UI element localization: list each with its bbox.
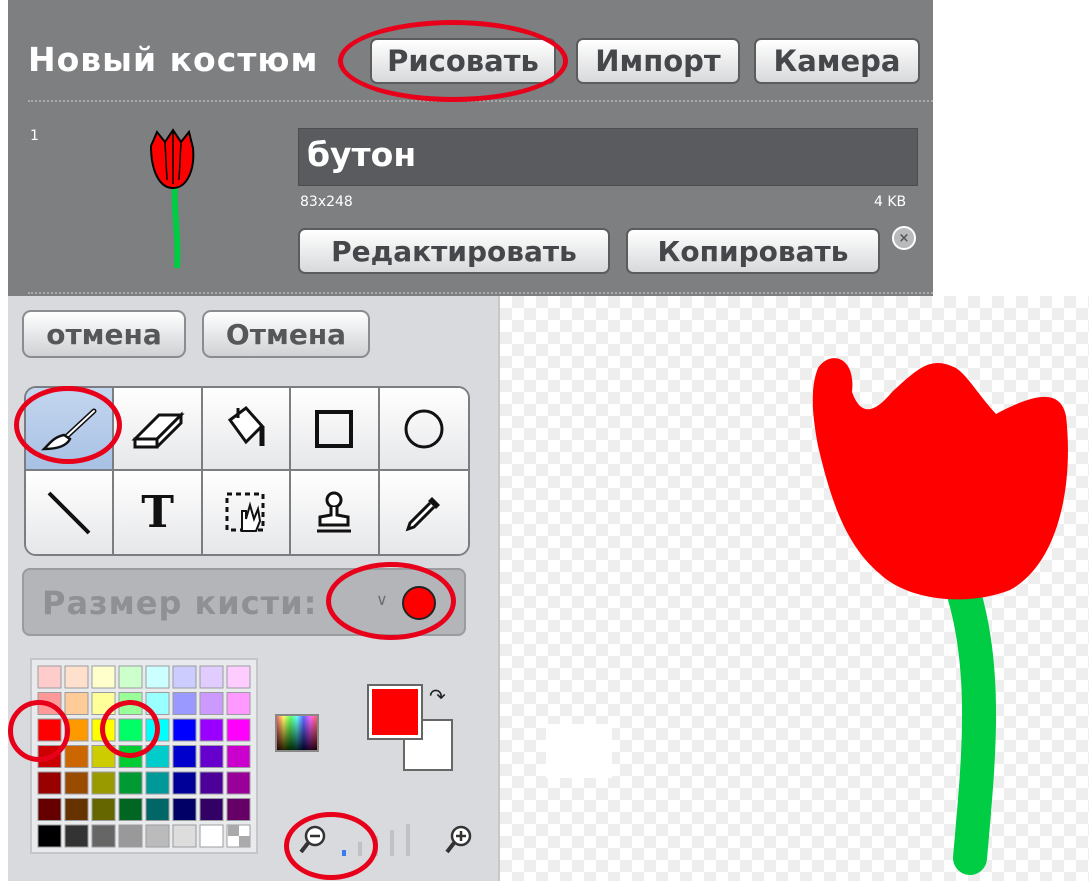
- color-swatch[interactable]: [226, 665, 251, 689]
- foreground-color-swatch[interactable]: [367, 684, 423, 740]
- color-swatch[interactable]: [91, 771, 116, 795]
- zoom-in-icon[interactable]: [444, 824, 474, 856]
- color-swatch[interactable]: [226, 745, 251, 768]
- color-swatch[interactable]: [64, 692, 89, 715]
- color-picker-icon[interactable]: [275, 714, 319, 752]
- color-swatch[interactable]: [37, 665, 62, 689]
- color-swatch[interactable]: [118, 665, 143, 689]
- color-swatch[interactable]: [37, 771, 62, 795]
- text-tool[interactable]: T: [114, 471, 203, 554]
- color-swatch[interactable]: [64, 798, 89, 821]
- color-swatch[interactable]: [199, 745, 224, 768]
- fill-bucket-icon: [227, 405, 265, 446]
- ellipse-tool[interactable]: [379, 388, 468, 471]
- import-button[interactable]: Импорт: [576, 38, 740, 84]
- highlight-zoom-out: [284, 812, 378, 880]
- color-swatch[interactable]: [199, 718, 224, 742]
- highlight-paint-button: [338, 20, 568, 102]
- color-swatch[interactable]: [172, 692, 197, 715]
- color-swatch[interactable]: [172, 771, 197, 795]
- select-tool[interactable]: [202, 471, 292, 554]
- color-swatch[interactable]: [64, 824, 89, 848]
- highlight-green-swatch: [100, 700, 160, 758]
- stamp-icon: [317, 491, 352, 532]
- color-swatch[interactable]: [91, 665, 116, 689]
- color-swatch[interactable]: [226, 718, 251, 742]
- color-swatch[interactable]: [37, 824, 62, 848]
- line-tool[interactable]: [26, 471, 115, 554]
- color-swatch[interactable]: [145, 771, 170, 795]
- color-swatch[interactable]: [64, 771, 89, 795]
- swap-colors-icon[interactable]: ↷: [429, 684, 446, 708]
- color-swatch[interactable]: [172, 798, 197, 821]
- brush-size-label: Размер кисти:: [42, 584, 318, 622]
- color-swatch[interactable]: [199, 824, 224, 848]
- ellipse-icon: [404, 409, 444, 448]
- line-icon: [47, 491, 91, 534]
- color-swatch[interactable]: [37, 798, 62, 821]
- color-palette: [30, 658, 258, 854]
- edit-button[interactable]: Редактировать: [298, 228, 610, 274]
- text-icon: T: [141, 487, 174, 538]
- costume-name-field[interactable]: бутон: [298, 128, 918, 186]
- rectangle-tool[interactable]: [291, 388, 380, 471]
- transparent-swatch-pattern: [239, 836, 250, 847]
- camera-button[interactable]: Камера: [754, 38, 920, 84]
- eyedropper-tool[interactable]: [379, 471, 468, 554]
- separator: [28, 292, 933, 294]
- color-swatch[interactable]: [172, 745, 197, 768]
- color-swatch[interactable]: [199, 798, 224, 821]
- select-icon: [225, 492, 265, 532]
- color-swatch[interactable]: [118, 771, 143, 795]
- color-swatch[interactable]: [172, 824, 197, 848]
- color-swatch[interactable]: [199, 692, 224, 715]
- eraser-tool[interactable]: [114, 388, 203, 471]
- color-swatch[interactable]: [226, 692, 251, 715]
- costume-number: 1: [30, 128, 39, 144]
- color-swatch[interactable]: [226, 798, 251, 821]
- color-swatch[interactable]: [199, 771, 224, 795]
- transparent-swatch-pattern: [228, 825, 239, 836]
- costume-thumbnail[interactable]: [143, 128, 203, 270]
- fill-tool[interactable]: [202, 388, 292, 471]
- undo-button[interactable]: отмена: [22, 310, 186, 358]
- tulip-drawing: [812, 358, 1068, 875]
- color-swatch[interactable]: [91, 824, 116, 848]
- highlight-brush-size: [326, 562, 456, 640]
- color-swatch[interactable]: [172, 718, 197, 742]
- color-swatch[interactable]: [145, 824, 170, 848]
- delete-costume-icon[interactable]: ×: [892, 226, 916, 250]
- color-swatch[interactable]: [145, 665, 170, 689]
- color-swatch[interactable]: [118, 824, 143, 848]
- eraser-icon: [130, 410, 185, 448]
- highlight-brush-tool: [14, 386, 122, 464]
- color-swatch[interactable]: [64, 665, 89, 689]
- color-swatch[interactable]: [118, 798, 143, 821]
- drawing-canvas[interactable]: [498, 296, 1089, 881]
- highlight-red-swatch: [8, 700, 70, 762]
- costume-file-size: 4 KB: [874, 194, 907, 210]
- color-swatch[interactable]: [172, 665, 197, 689]
- rectangle-icon: [315, 409, 354, 448]
- color-swatch[interactable]: [91, 798, 116, 821]
- costume-dimensions: 83x248: [300, 194, 353, 210]
- eyedropper-icon: [405, 496, 440, 531]
- color-swatch[interactable]: [64, 745, 89, 768]
- color-swatch[interactable]: [226, 771, 251, 795]
- new-costume-title: Новый костюм: [28, 40, 319, 79]
- color-swatch[interactable]: [199, 665, 224, 689]
- color-swatch-grid[interactable]: [32, 660, 256, 852]
- cancel-button[interactable]: Отмена: [202, 310, 370, 358]
- stamp-tool[interactable]: [291, 471, 380, 554]
- copy-button[interactable]: Копировать: [626, 228, 880, 274]
- color-swatch[interactable]: [145, 798, 170, 821]
